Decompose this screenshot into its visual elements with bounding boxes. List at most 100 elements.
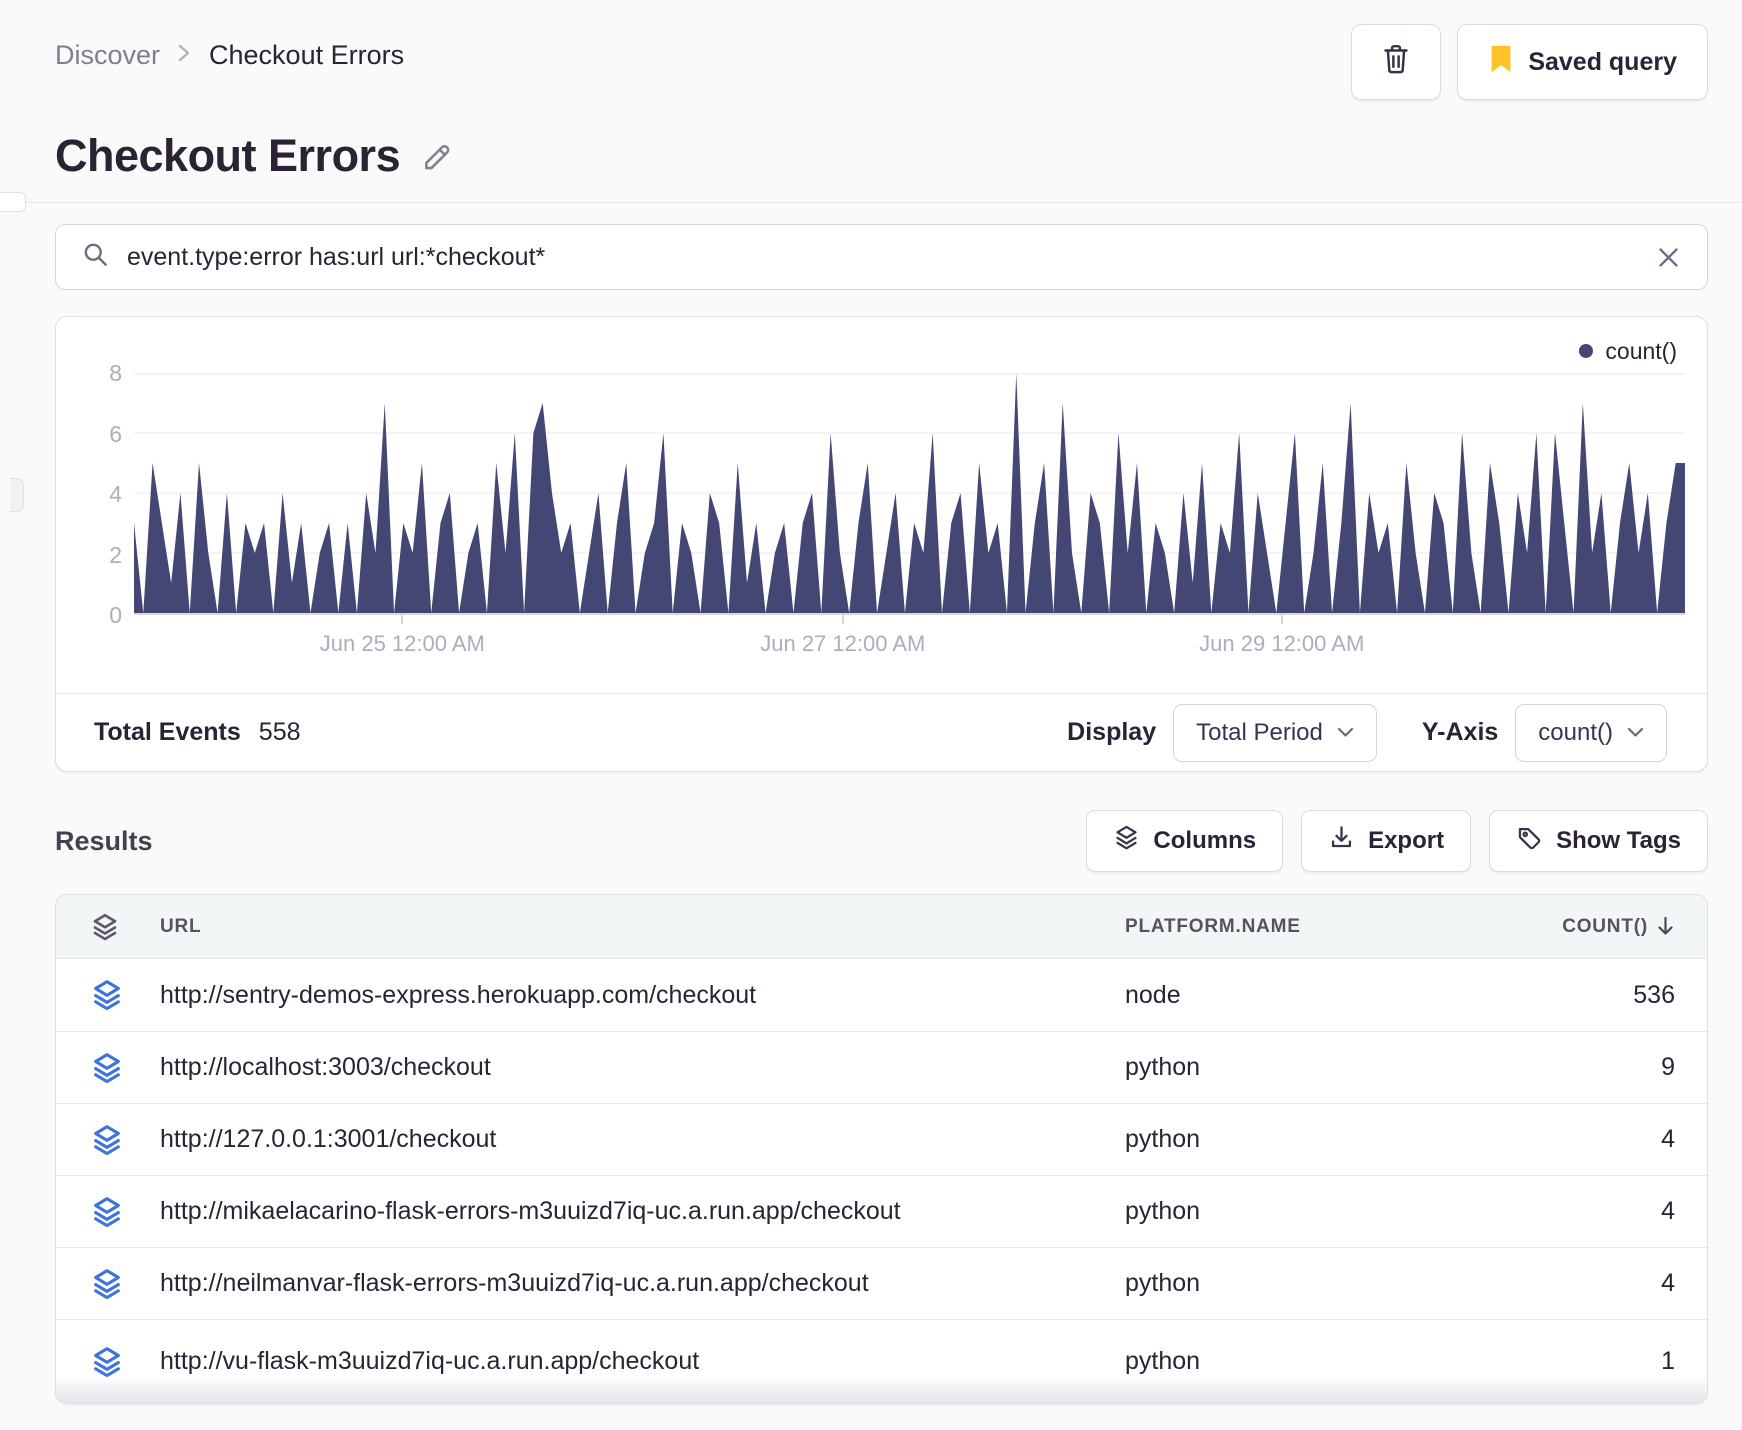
x-tick-mark	[1280, 615, 1283, 624]
legend-item-count[interactable]: count()	[1579, 337, 1685, 365]
column-header-url[interactable]: URL	[160, 916, 1125, 938]
columns-button-label: Columns	[1153, 827, 1257, 854]
x-tick-label: Jun 25 12:00 AM	[319, 631, 485, 656]
x-tick-label: Jun 27 12:00 AM	[760, 631, 926, 656]
results-header: Results Columns Export Show Tags	[55, 810, 1708, 872]
column-header-platform[interactable]: PLATFORM.NAME	[1125, 916, 1455, 938]
stack-events-icon[interactable]	[90, 1051, 124, 1085]
legend-label: count()	[1605, 337, 1677, 364]
chart-body: 0 2 4 6 8	[72, 361, 1685, 627]
download-icon	[1328, 824, 1355, 858]
display-label: Display	[1067, 718, 1157, 746]
count-cell: 4	[1661, 1269, 1675, 1297]
url-cell[interactable]: http://mikaelacarino-flask-errors-m3uuiz…	[160, 1197, 1125, 1226]
chart-area[interactable]	[134, 373, 1685, 615]
breadcrumb-current: Checkout Errors	[209, 40, 405, 70]
title-row: Checkout Errors	[55, 128, 1708, 184]
url-cell[interactable]: http://vu-flask-m3uuizd7iq-uc.a.run.app/…	[160, 1347, 1125, 1376]
chart-footer: Total Events 558 Display Total Period Y-…	[56, 693, 1707, 771]
url-cell[interactable]: http://neilmanvar-flask-errors-m3uuizd7i…	[160, 1269, 1125, 1298]
count-cell: 1	[1661, 1347, 1675, 1375]
search-bar	[55, 224, 1708, 290]
url-cell[interactable]: http://sentry-demos-express.herokuapp.co…	[160, 981, 1125, 1010]
search-icon	[82, 241, 109, 273]
export-button-label: Export	[1368, 827, 1445, 854]
discover-page: Discover Checkout Errors Saved query Che…	[0, 0, 1742, 1404]
x-tick-mark	[841, 615, 844, 624]
table-row[interactable]: http://127.0.0.1:3001/checkout python 4	[56, 1103, 1707, 1175]
table-header-row: URL PLATFORM.NAME COUNT()	[56, 895, 1707, 959]
display-dropdown-value: Total Period	[1196, 718, 1323, 746]
chart-controls: Display Total Period Y-Axis count()	[1067, 703, 1667, 762]
stack-events-icon[interactable]	[90, 1123, 124, 1157]
export-button[interactable]: Export	[1301, 810, 1472, 872]
results-buttons: Columns Export Show Tags	[1086, 810, 1708, 872]
delete-query-button[interactable]	[1351, 24, 1442, 100]
display-dropdown[interactable]: Total Period	[1173, 703, 1377, 762]
y-tick-label: 0	[109, 602, 122, 628]
y-axis-labels: 0 2 4 6 8	[72, 361, 122, 627]
saved-query-button[interactable]: Saved query	[1457, 24, 1708, 100]
show-tags-button[interactable]: Show Tags	[1489, 810, 1708, 872]
platform-cell: python	[1125, 1125, 1201, 1153]
show-tags-button-label: Show Tags	[1556, 827, 1681, 854]
events-chart-panel: count() 0 2 4 6 8 Jun 25 12:00 AM Jun 27 12:0…	[55, 316, 1708, 772]
tag-icon	[1516, 824, 1543, 858]
trash-icon	[1380, 42, 1412, 83]
breadcrumb-discover[interactable]: Discover	[55, 40, 160, 71]
x-tick-mark	[401, 615, 404, 624]
sidebar-collapse-tab[interactable]	[0, 192, 26, 212]
sort-descending-icon	[1658, 916, 1673, 935]
y-tick-label: 8	[109, 360, 122, 386]
url-cell[interactable]: http://localhost:3003/checkout	[160, 1053, 1125, 1082]
bookmark-icon	[1488, 44, 1514, 81]
clear-search-icon[interactable]	[1656, 245, 1681, 270]
platform-cell: python	[1125, 1347, 1201, 1375]
table-row[interactable]: http://mikaelacarino-flask-errors-m3uuiz…	[56, 1175, 1707, 1247]
x-axis-labels: Jun 25 12:00 AM Jun 27 12:00 AM Jun 29 12:…	[134, 615, 1685, 667]
stack-events-icon[interactable]	[90, 1345, 124, 1379]
table-row[interactable]: http://neilmanvar-flask-errors-m3uuizd7i…	[56, 1247, 1707, 1319]
yaxis-label: Y-Axis	[1421, 718, 1499, 746]
count-header-label: COUNT()	[1562, 915, 1648, 937]
breadcrumb-chevron-icon	[178, 40, 191, 71]
stack-events-icon[interactable]	[90, 1195, 124, 1229]
y-tick-label: 2	[109, 541, 122, 568]
table-row[interactable]: http://localhost:3003/checkout python 9	[56, 1031, 1707, 1103]
yaxis-dropdown[interactable]: count()	[1515, 703, 1667, 762]
search-input[interactable]	[127, 242, 1638, 272]
chevron-down-icon	[1627, 727, 1644, 737]
results-table: URL PLATFORM.NAME COUNT() http://sentry-…	[55, 894, 1708, 1404]
count-cell: 4	[1661, 1125, 1675, 1153]
chevron-down-icon	[1337, 727, 1353, 737]
layers-icon	[1113, 824, 1140, 858]
header-actions: Saved query	[1351, 24, 1708, 100]
yaxis-dropdown-value: count()	[1538, 718, 1613, 746]
columns-button[interactable]: Columns	[1086, 810, 1284, 872]
total-events-value: 558	[258, 718, 301, 746]
platform-cell: python	[1125, 1197, 1201, 1225]
sidebar-collapse-handle[interactable]	[10, 478, 24, 512]
platform-cell: node	[1125, 980, 1181, 1009]
y-tick-label: 4	[109, 481, 122, 507]
table-row[interactable]: http://vu-flask-m3uuizd7iq-uc.a.run.app/…	[56, 1319, 1707, 1403]
table-row[interactable]: http://sentry-demos-express.herokuapp.co…	[56, 959, 1707, 1031]
chart-svg	[134, 373, 1685, 613]
table-body: http://sentry-demos-express.herokuapp.co…	[56, 959, 1707, 1403]
results-heading: Results	[55, 825, 153, 856]
layers-icon	[90, 912, 124, 942]
count-cell: 536	[1633, 980, 1675, 1009]
platform-cell: python	[1125, 1053, 1201, 1081]
chart-legend: count()	[72, 337, 1685, 365]
breadcrumb: Discover Checkout Errors	[55, 40, 404, 71]
column-header-count[interactable]: COUNT()	[1455, 916, 1675, 938]
platform-cell: python	[1125, 1269, 1201, 1297]
url-cell[interactable]: http://127.0.0.1:3001/checkout	[160, 1125, 1125, 1154]
chart-container: count() 0 2 4 6 8 Jun 25 12:00 AM Jun 27 12:0…	[56, 317, 1707, 693]
stack-events-icon[interactable]	[90, 978, 124, 1012]
stack-events-icon[interactable]	[90, 1267, 124, 1301]
saved-query-label: Saved query	[1528, 47, 1677, 76]
count-cell: 9	[1661, 1053, 1675, 1081]
header-divider	[0, 202, 1742, 203]
edit-title-pencil-icon[interactable]	[420, 140, 454, 179]
